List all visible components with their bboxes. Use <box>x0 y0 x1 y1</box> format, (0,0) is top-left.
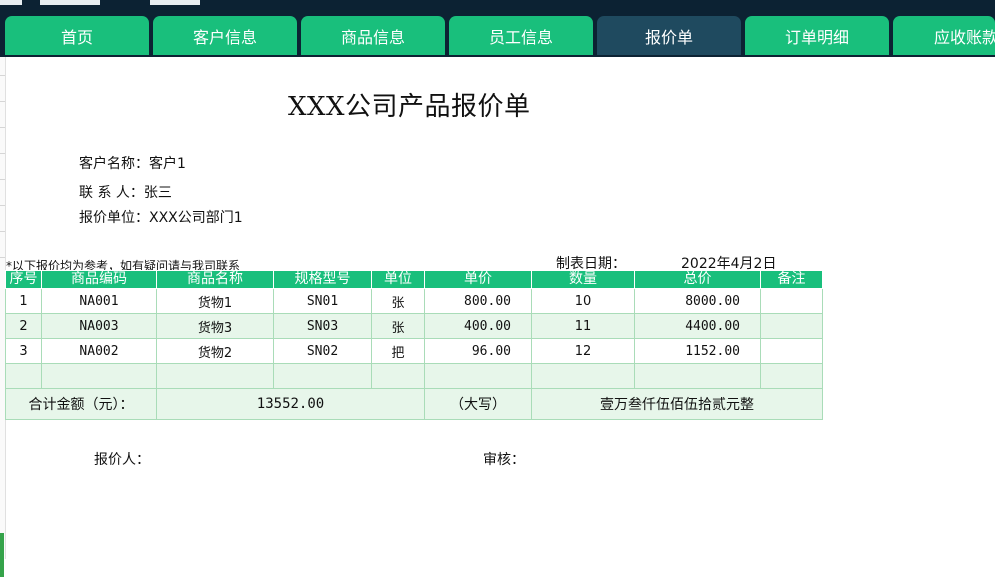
cell-price[interactable] <box>424 363 532 389</box>
cell-unit[interactable]: 张 <box>371 313 425 339</box>
title-bar-fragment <box>150 0 200 5</box>
quote-unit-field: 报价单位：XXX公司部门1 <box>79 207 243 227</box>
cell-total[interactable] <box>634 363 761 389</box>
selection-marker <box>0 533 4 577</box>
quote-unit-label: 报价单位： <box>79 210 149 226</box>
cell-name[interactable]: 货物3 <box>156 313 274 339</box>
tab-employees[interactable]: 员工信息 <box>449 16 593 55</box>
cell-code[interactable]: NA003 <box>41 313 157 339</box>
cell-code[interactable]: NA002 <box>41 338 157 364</box>
uppercase-label: （大写） <box>424 388 532 420</box>
tab-customers[interactable]: 客户信息 <box>153 16 297 55</box>
title-bar-fragment <box>0 0 22 5</box>
header-remark: 备注 <box>760 270 823 289</box>
reviewer-label: 审核： <box>483 452 525 468</box>
cell-spec[interactable] <box>273 363 372 389</box>
cell-seq[interactable]: 1 <box>5 288 42 314</box>
uppercase-amount[interactable]: 壹万叁仟伍佰伍拾贰元整 <box>531 388 823 420</box>
header-unit: 单位 <box>371 270 425 289</box>
tab-products[interactable]: 商品信息 <box>301 16 445 55</box>
quotation-table: 序号 商品编码 商品名称 规格型号 单位 单价 数量 总价 备注 1 NA001… <box>5 270 823 420</box>
cell-price[interactable]: 400.00 <box>424 313 532 339</box>
table-header-row: 序号 商品编码 商品名称 规格型号 单位 单价 数量 总价 备注 <box>5 270 823 289</box>
table-row: 2 NA003 货物3 SN03 张 400.00 11 4400.00 <box>5 313 823 339</box>
page-title: XXX公司产品报价单 <box>288 92 531 122</box>
cell-remark[interactable] <box>760 338 823 364</box>
tab-home[interactable]: 首页 <box>5 16 149 55</box>
cell-seq[interactable]: 3 <box>5 338 42 364</box>
cell-spec[interactable]: SN02 <box>273 338 372 364</box>
total-label: 合计金额（元）： <box>5 388 157 420</box>
header-code: 商品编码 <box>41 270 157 289</box>
table-row <box>5 363 823 389</box>
cell-code[interactable] <box>41 363 157 389</box>
cell-spec[interactable]: SN01 <box>273 288 372 314</box>
header-spec: 规格型号 <box>273 270 372 289</box>
tab-underline <box>0 55 995 57</box>
contact-value[interactable]: 张三 <box>144 185 172 201</box>
cell-name[interactable] <box>156 363 274 389</box>
cell-total[interactable]: 4400.00 <box>634 313 761 339</box>
cell-qty[interactable] <box>531 363 635 389</box>
cell-total[interactable]: 1152.00 <box>634 338 761 364</box>
cell-qty[interactable]: 10 <box>531 288 635 314</box>
cell-remark[interactable] <box>760 313 823 339</box>
quoter-label: 报价人： <box>94 452 150 468</box>
cell-remark[interactable] <box>760 288 823 314</box>
total-amount[interactable]: 13552.00 <box>156 388 425 420</box>
customer-label: 客户名称： <box>79 156 149 172</box>
quote-unit-value[interactable]: XXX公司部门1 <box>149 210 243 226</box>
header-qty: 数量 <box>531 270 635 289</box>
cell-remark[interactable] <box>760 363 823 389</box>
customer-value[interactable]: 客户1 <box>149 156 186 172</box>
total-row: 合计金额（元）： 13552.00 （大写） 壹万叁仟伍佰伍拾贰元整 <box>5 388 823 420</box>
cell-price[interactable]: 800.00 <box>424 288 532 314</box>
title-bar-fragment <box>40 0 100 5</box>
cell-code[interactable]: NA001 <box>41 288 157 314</box>
cell-unit[interactable]: 张 <box>371 288 425 314</box>
contact-label: 联 系 人： <box>79 185 144 201</box>
cell-qty[interactable]: 11 <box>531 313 635 339</box>
table-row: 3 NA002 货物2 SN02 把 96.00 12 1152.00 <box>5 338 823 364</box>
cell-unit[interactable]: 把 <box>371 338 425 364</box>
header-price: 单价 <box>424 270 532 289</box>
title-bar <box>0 0 995 16</box>
tab-receivables[interactable]: 应收账款 <box>893 16 995 55</box>
header-total: 总价 <box>634 270 761 289</box>
tab-quotation[interactable]: 报价单 <box>597 16 741 55</box>
cell-qty[interactable]: 12 <box>531 338 635 364</box>
cell-total[interactable]: 8000.00 <box>634 288 761 314</box>
cell-unit[interactable] <box>371 363 425 389</box>
contact-field: 联 系 人：张三 <box>79 182 172 202</box>
cell-spec[interactable]: SN03 <box>273 313 372 339</box>
cell-name[interactable]: 货物1 <box>156 288 274 314</box>
header-seq: 序号 <box>5 270 42 289</box>
tab-order-details[interactable]: 订单明细 <box>745 16 889 55</box>
cell-price[interactable]: 96.00 <box>424 338 532 364</box>
tab-bar: 首页 客户信息 商品信息 员工信息 报价单 订单明细 应收账款 <box>0 16 995 56</box>
cell-name[interactable]: 货物2 <box>156 338 274 364</box>
table-row: 1 NA001 货物1 SN01 张 800.00 10 8000.00 <box>5 288 823 314</box>
header-name: 商品名称 <box>156 270 274 289</box>
customer-field: 客户名称：客户1 <box>79 153 186 173</box>
cell-seq[interactable] <box>5 363 42 389</box>
cell-seq[interactable]: 2 <box>5 313 42 339</box>
